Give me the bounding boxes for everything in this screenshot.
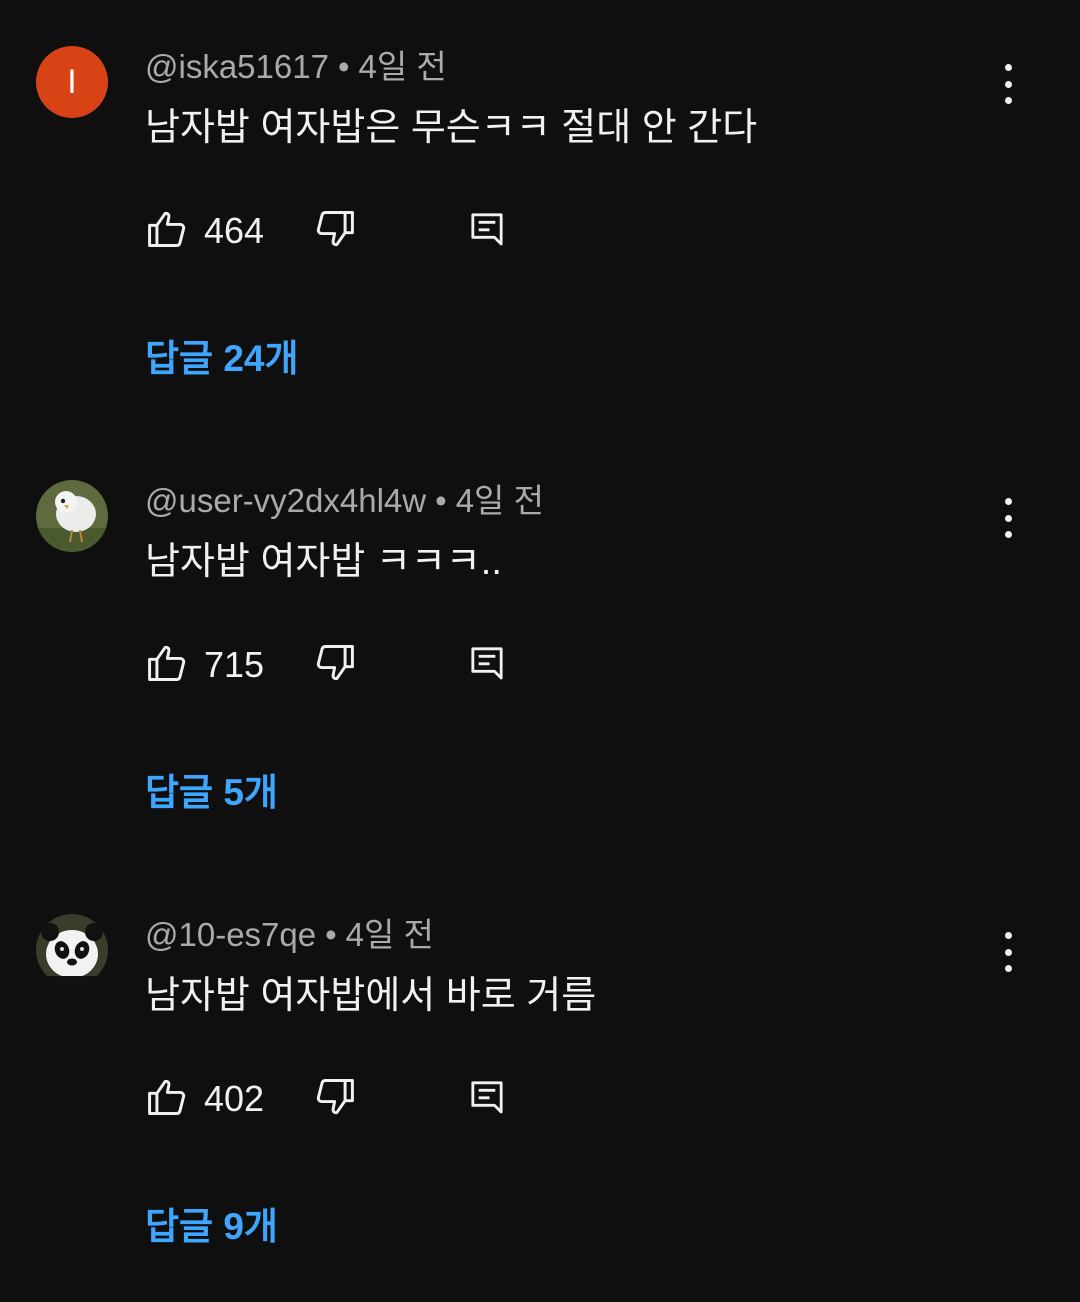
comment-item: @user-vy2dx4hl4w • 4일 전 남자밥 여자밥 ㅋㅋㅋ.. 715 … (0, 434, 1080, 868)
replies-button[interactable]: 답글 9개 (145, 1202, 278, 1252)
reply-icon[interactable] (467, 209, 507, 249)
like-count: 402 (204, 1078, 265, 1119)
comment-text: 남자밥 여자밥에서 바로 거름 (145, 975, 597, 1017)
white-bird-avatar[interactable] (36, 480, 108, 552)
thumbs-down-icon[interactable] (313, 207, 357, 251)
comment-meta: @10-es7qe • 4일 전 (145, 915, 434, 955)
comment-actions: 402 (145, 1073, 525, 1121)
comment-actions: 464 (145, 205, 525, 253)
replies-button[interactable]: 답글 5개 (145, 768, 278, 818)
reply-icon[interactable] (467, 1077, 507, 1117)
comment-actions: 715 (145, 639, 525, 687)
thumbs-up-icon[interactable] (145, 1075, 189, 1119)
thumbs-up-icon[interactable] (145, 641, 189, 685)
thumbs-up-icon[interactable] (145, 207, 189, 251)
more-vert-icon[interactable] (990, 924, 1026, 980)
more-vert-icon[interactable] (990, 56, 1026, 112)
comment-meta: @iska51617 • 4일 전 (145, 47, 447, 87)
comment-text: 남자밥 여자밥은 무슨ㅋㅋ 절대 안 간다 (145, 107, 758, 149)
like-count: 715 (204, 644, 265, 685)
comment-text: 남자밥 여자밥 ㅋㅋㅋ.. (145, 541, 502, 583)
comment-item: @10-es7qe • 4일 전 남자밥 여자밥에서 바로 거름 402 답글 9개 (0, 868, 1080, 1302)
author-name[interactable]: @10-es7qe (145, 916, 316, 953)
more-vert-icon[interactable] (990, 490, 1026, 546)
separator-dot: • (337, 48, 350, 85)
thumbs-down-icon[interactable] (313, 1075, 357, 1119)
separator-dot: • (325, 916, 337, 953)
comment-item: I @iska51617 • 4일 전 남자밥 여자밥은 무슨ㅋㅋ 절대 안 간다 … (0, 0, 1080, 434)
comment-time: 4일 전 (358, 48, 447, 85)
reply-icon[interactable] (467, 643, 507, 683)
comment-time: 4일 전 (345, 916, 434, 953)
panda-avatar[interactable] (36, 914, 108, 986)
author-name[interactable]: @user-vy2dx4hl4w (145, 482, 426, 519)
avatar[interactable]: I (36, 46, 108, 118)
author-name[interactable]: @iska51617 (145, 48, 329, 85)
comment-time: 4일 전 (455, 482, 544, 519)
separator-dot: • (435, 482, 447, 519)
replies-button[interactable]: 답글 24개 (145, 334, 299, 384)
thumbs-down-icon[interactable] (313, 641, 357, 685)
comment-meta: @user-vy2dx4hl4w • 4일 전 (145, 481, 544, 521)
like-count: 464 (204, 210, 265, 251)
